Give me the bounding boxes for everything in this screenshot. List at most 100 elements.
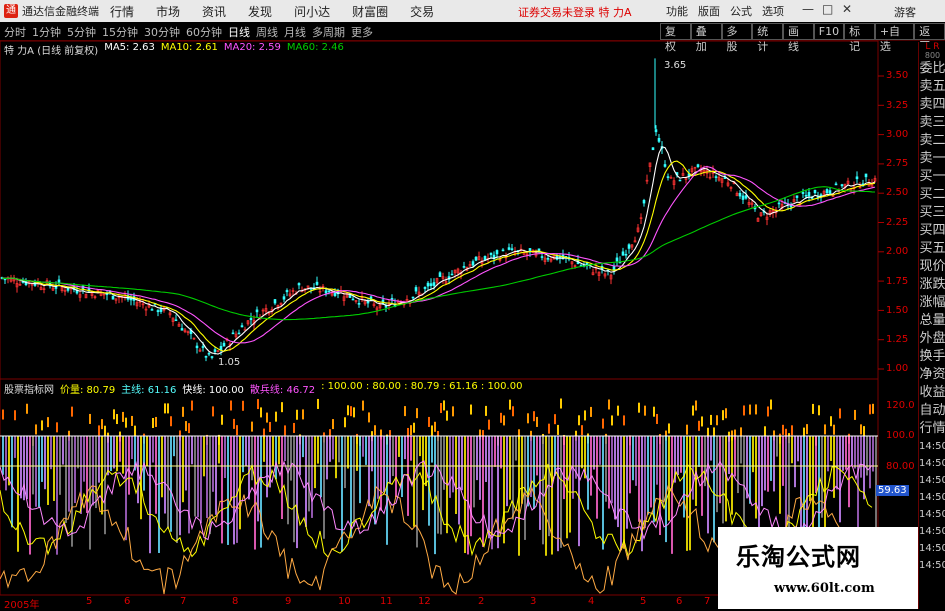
indicator-bar <box>656 436 658 485</box>
quote-pct[interactable]: 涨幅 <box>919 294 945 312</box>
indicator-bar <box>320 436 322 498</box>
quote-earning[interactable]: 收益 <box>919 384 945 402</box>
candle-body <box>327 290 331 293</box>
indicator-bar <box>386 436 388 545</box>
indicator-bar <box>632 436 634 481</box>
candle-body <box>240 325 244 328</box>
candle-body <box>3 278 7 281</box>
indicator-bar <box>242 436 244 473</box>
time-row: 14:50 <box>919 458 945 469</box>
indicator-bar <box>194 436 196 517</box>
indicator-bar <box>854 436 856 469</box>
indicator-bar <box>38 436 40 508</box>
indicator-bar <box>392 436 394 477</box>
quote-sell4[interactable]: 卖四 <box>919 96 945 114</box>
indicator-bar <box>863 436 865 500</box>
volume-bar <box>716 415 718 426</box>
volume-bar <box>113 409 115 420</box>
volume-bar <box>668 423 670 434</box>
quote-buy4[interactable]: 买四 <box>919 222 945 240</box>
quote-volume[interactable]: 总量 <box>919 312 945 330</box>
indicator-bar <box>587 436 589 510</box>
indicator-bar <box>746 436 748 499</box>
candle-body <box>180 328 184 331</box>
volume-bar <box>686 424 688 435</box>
indicator-bar <box>233 436 235 545</box>
indicator-tick: 80.00 <box>886 461 915 472</box>
quote-netasset[interactable]: 净资 <box>919 366 945 384</box>
time-row: 14:50 <box>919 543 945 554</box>
candle-body <box>219 346 223 351</box>
indicator-bar <box>593 436 595 470</box>
indicator-bar <box>821 436 823 518</box>
quote-price[interactable]: 现价 <box>919 258 945 276</box>
quote-buy2[interactable]: 买二 <box>919 186 945 204</box>
quote-sell2[interactable]: 卖二 <box>919 132 945 150</box>
indicator-bar <box>458 436 460 525</box>
volume-bar <box>485 405 487 416</box>
quote-buy5[interactable]: 买五 <box>919 240 945 258</box>
indicator-bar <box>95 436 97 509</box>
date-tick: 10 <box>338 596 351 607</box>
quote-buy1[interactable]: 买一 <box>919 168 945 186</box>
date-tick: 5 <box>86 596 93 607</box>
indicator-bar <box>473 436 475 508</box>
indicator-bar <box>119 436 121 462</box>
indicator-bar <box>452 436 454 493</box>
volume-bar <box>692 405 694 416</box>
candle-body <box>222 342 226 347</box>
indicator-bar <box>401 436 403 498</box>
indicator-bar <box>131 436 133 460</box>
indicator-bar <box>152 436 154 463</box>
indicator-bar <box>692 436 694 500</box>
date-tick: 7 <box>180 596 187 607</box>
indicator-bar <box>224 436 226 478</box>
indicator-bar <box>422 436 424 511</box>
indicator-bar <box>50 436 52 470</box>
volume-bar <box>812 403 814 414</box>
indicator-bar <box>32 436 34 495</box>
indicator-bar <box>182 436 184 503</box>
candle-body <box>150 309 154 311</box>
candle-body <box>678 179 682 182</box>
kline-chart[interactable] <box>0 0 945 609</box>
quote-sell1[interactable]: 卖一 <box>919 150 945 168</box>
quote-buy3[interactable]: 买三 <box>919 204 945 222</box>
indicator-tick: 100.0 <box>886 430 915 441</box>
volume-bar <box>302 409 304 420</box>
quote-sell3[interactable]: 卖三 <box>919 114 945 132</box>
indicator-bar <box>53 436 55 501</box>
indicator-bar <box>83 436 85 482</box>
indicator-bar <box>344 436 346 489</box>
indicator-bar <box>353 436 355 527</box>
volume-bar <box>281 402 283 413</box>
watermark: 乐淘公式网 www.60lt.com <box>718 527 918 609</box>
volume-bar <box>221 414 223 425</box>
indicator-bar <box>734 436 736 477</box>
sanbing-label: 散兵线: 46.72 <box>249 385 316 396</box>
indicator-bar <box>719 436 721 504</box>
quote-weibi[interactable]: 委比 <box>919 60 945 78</box>
indicator-bar <box>494 436 496 467</box>
volume-bar <box>413 422 415 433</box>
indicator-bar <box>35 436 37 507</box>
indicator-bar <box>749 436 751 504</box>
quote-change[interactable]: 涨跌 <box>919 276 945 294</box>
quote-market[interactable]: 行情 <box>919 420 945 438</box>
indicator-bar <box>773 436 775 492</box>
volume-bar <box>266 412 268 423</box>
volume-bar <box>554 414 556 425</box>
quote-outer[interactable]: 外盘 <box>919 330 945 348</box>
indicator-bar <box>740 436 742 464</box>
indicator-bar <box>629 436 631 494</box>
price-tick: 3.00 <box>886 129 909 140</box>
indicator-bar <box>293 436 295 543</box>
indicator-bar <box>557 436 559 552</box>
volume-bar <box>374 425 376 436</box>
indicator-bar <box>779 436 781 514</box>
quote-sell5[interactable]: 卖五 <box>919 78 945 96</box>
volume-bar <box>611 415 613 426</box>
volume-bar <box>353 407 355 418</box>
quote-auto[interactable]: 自动 <box>919 402 945 420</box>
quote-turnover[interactable]: 换手 <box>919 348 945 366</box>
